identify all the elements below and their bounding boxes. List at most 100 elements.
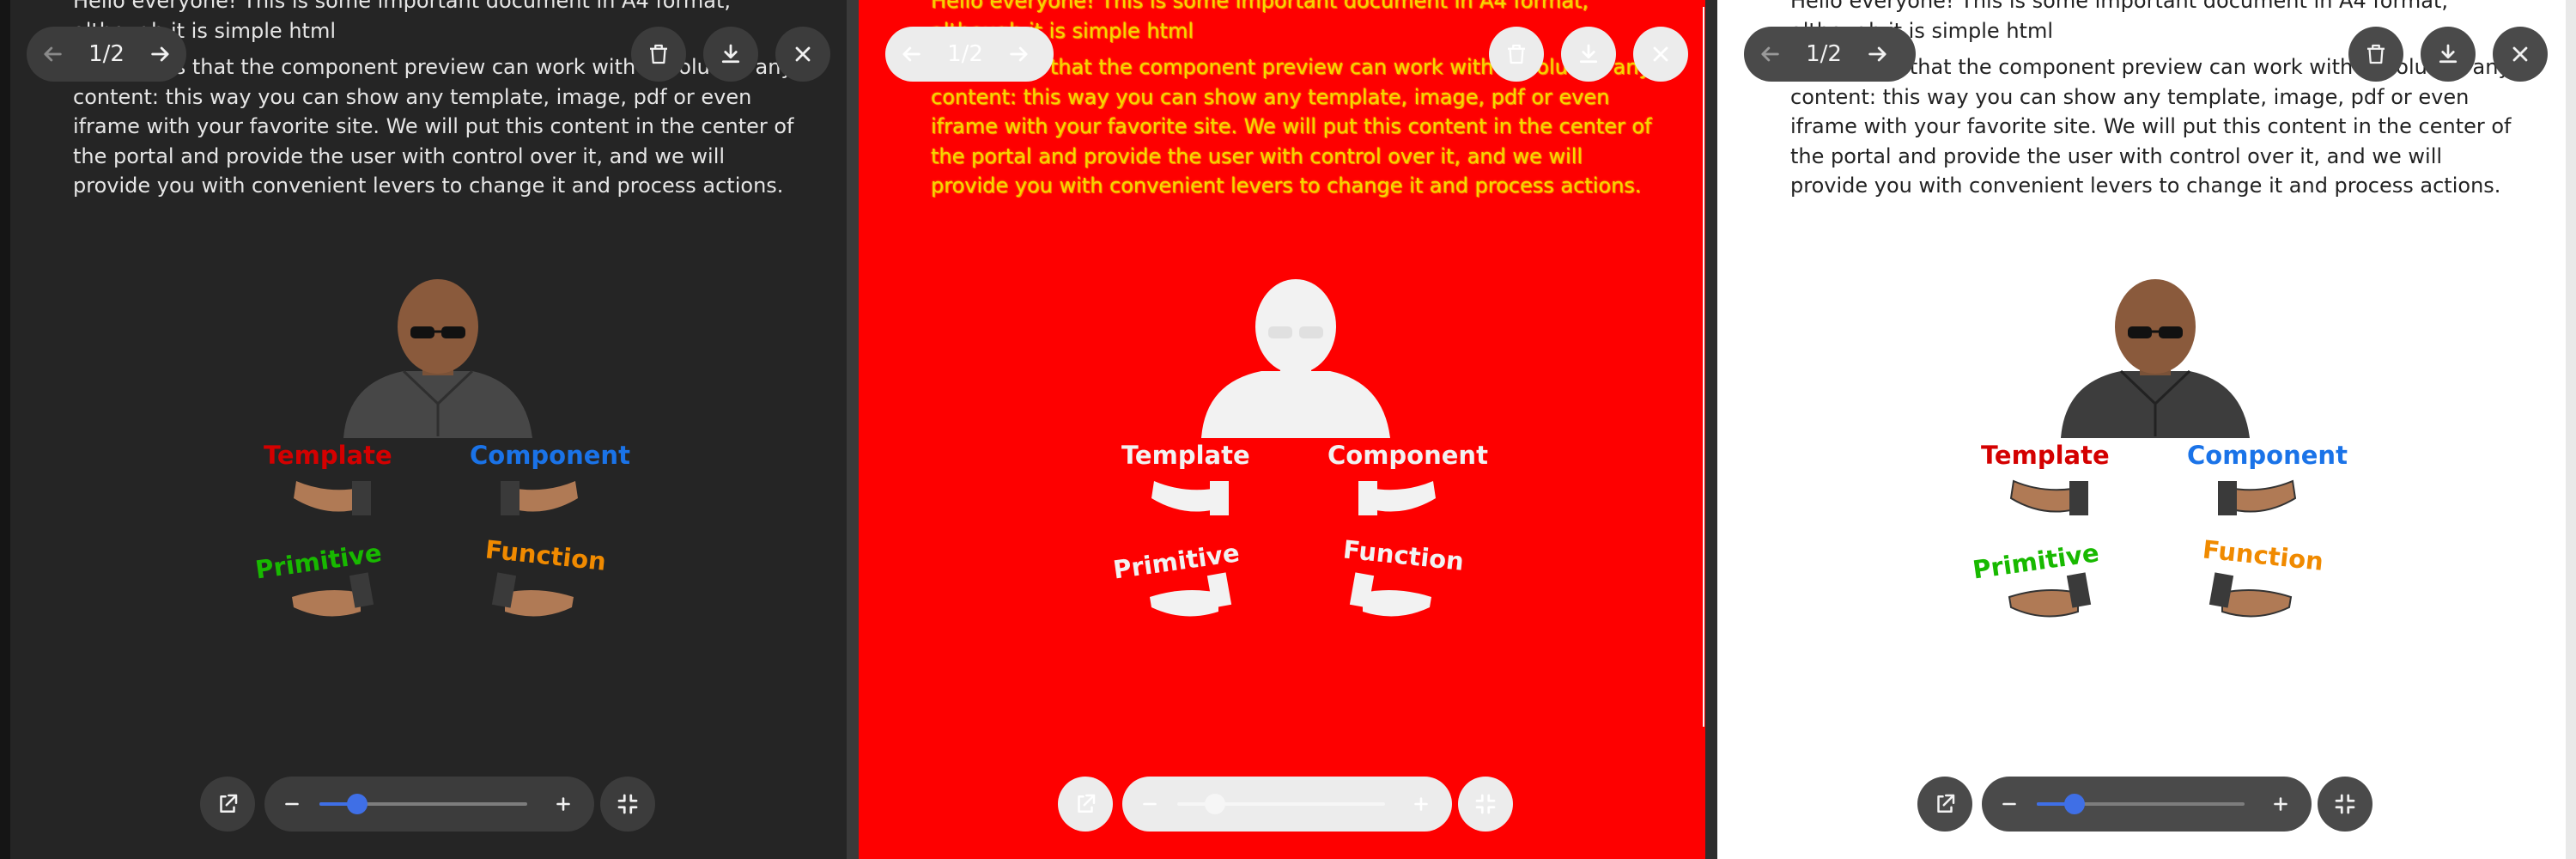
illustration: Template Component Primitive Function [253,279,630,617]
download-button[interactable] [703,27,758,82]
close-icon [2512,46,2528,62]
label-component: Component [470,441,630,470]
preview-panel-dark: Hello everyone! This is some important d… [0,0,858,859]
zoom-slider-thumb[interactable] [346,794,368,814]
label-component: Component [1327,441,1488,470]
person-figure [1201,279,1390,438]
collapse-button[interactable] [2318,777,2372,832]
hand-primitive [1150,572,1232,617]
arrow-right-icon [1868,46,1886,62]
zoom-slider-thumb[interactable] [1204,794,1225,814]
page-counter: 1/2 [1806,41,1842,67]
hand-template [2009,479,2088,515]
person-figure [343,279,532,438]
hand-component [2218,479,2297,515]
prev-page-button[interactable] [885,27,937,82]
preview-panel-highlight: Hello everyone! This is some important d… [858,0,1716,859]
plus-icon [1414,797,1428,811]
delete-button[interactable] [631,27,686,82]
page-navigator: 1/2 [885,27,1054,82]
panel-edge [2566,0,2576,859]
close-button[interactable] [2493,27,2548,82]
minus-icon [285,802,299,806]
zoom-in-button[interactable] [2253,777,2308,832]
label-component: Component [2187,441,2348,470]
arrow-right-icon [1010,46,1028,62]
next-page-button[interactable] [1852,27,1904,82]
illustration: Template Component Primitive Function [1111,279,1488,617]
share-icon [220,794,238,813]
arrow-right-icon [151,46,169,62]
zoom-out-button[interactable] [1982,777,2037,832]
close-button[interactable] [775,27,830,82]
collapse-icon [1475,794,1496,814]
collapse-icon [2335,794,2355,814]
person-figure [2061,279,2250,438]
delete-button[interactable] [2348,27,2403,82]
prev-page-button[interactable] [1744,27,1795,82]
minus-icon [2002,802,2016,806]
label-template: Template [1121,441,1250,470]
label-template: Template [1981,441,2110,470]
zoom-out-button[interactable] [264,777,319,832]
collapse-button[interactable] [1458,777,1513,832]
collapse-icon [617,794,638,814]
illustration: Template Component Primitive Function [1971,279,2348,618]
zoom-in-button[interactable] [1394,777,1449,832]
zoom-out-button[interactable] [1122,777,1177,832]
hand-function [1349,572,1431,617]
hand-component [501,481,578,515]
next-page-button[interactable] [135,27,186,82]
trash-icon [2367,44,2385,64]
share-button[interactable] [200,777,255,832]
page-counter: 1/2 [947,41,983,67]
delete-button[interactable] [1489,27,1544,82]
page-navigator: 1/2 [1744,27,1916,82]
next-page-button[interactable] [993,27,1045,82]
zoom-slider[interactable] [319,794,527,814]
label-template: Template [264,441,392,470]
plus-icon [556,797,570,811]
panel-edge [0,0,10,859]
prev-page-button[interactable] [27,27,78,82]
hand-template [294,481,371,515]
zoom-slider[interactable] [2037,794,2245,814]
plus-icon [2274,797,2287,811]
download-icon [721,44,740,64]
download-button[interactable] [1561,27,1616,82]
preview-panel-light: Hello everyone! This is some important d… [1717,0,2576,859]
collapse-button[interactable] [600,777,655,832]
arrow-left-icon [902,46,920,62]
page-navigator: 1/2 [27,27,186,82]
close-icon [1653,46,1668,62]
panel-divider [1705,0,1717,859]
zoom-control [264,777,594,832]
hand-primitive [292,572,374,617]
download-icon [2439,44,2458,64]
trash-icon [650,44,667,64]
page-counter: 1/2 [88,41,125,67]
share-button[interactable] [1917,777,1972,832]
trash-icon [1508,44,1525,64]
hand-template [1151,481,1229,515]
label-function: Function [2202,534,2325,576]
arrow-left-icon [1761,46,1779,62]
share-icon [1078,794,1096,813]
panel-divider [847,0,859,859]
zoom-slider-thumb[interactable] [2063,794,2085,814]
share-button[interactable] [1058,777,1113,832]
hand-function [2208,572,2293,618]
close-button[interactable] [1633,27,1688,82]
download-icon [1579,44,1598,64]
minus-icon [1143,802,1157,806]
download-button[interactable] [2421,27,2476,82]
arrow-left-icon [44,46,62,62]
share-icon [1937,794,1955,813]
label-function: Function [484,534,608,576]
hand-primitive [2008,572,2092,618]
zoom-control [1982,777,2312,832]
zoom-slider[interactable] [1177,794,1385,814]
scrollbar-track[interactable] [1703,7,1704,727]
zoom-in-button[interactable] [536,777,591,832]
hand-component [1358,481,1436,515]
